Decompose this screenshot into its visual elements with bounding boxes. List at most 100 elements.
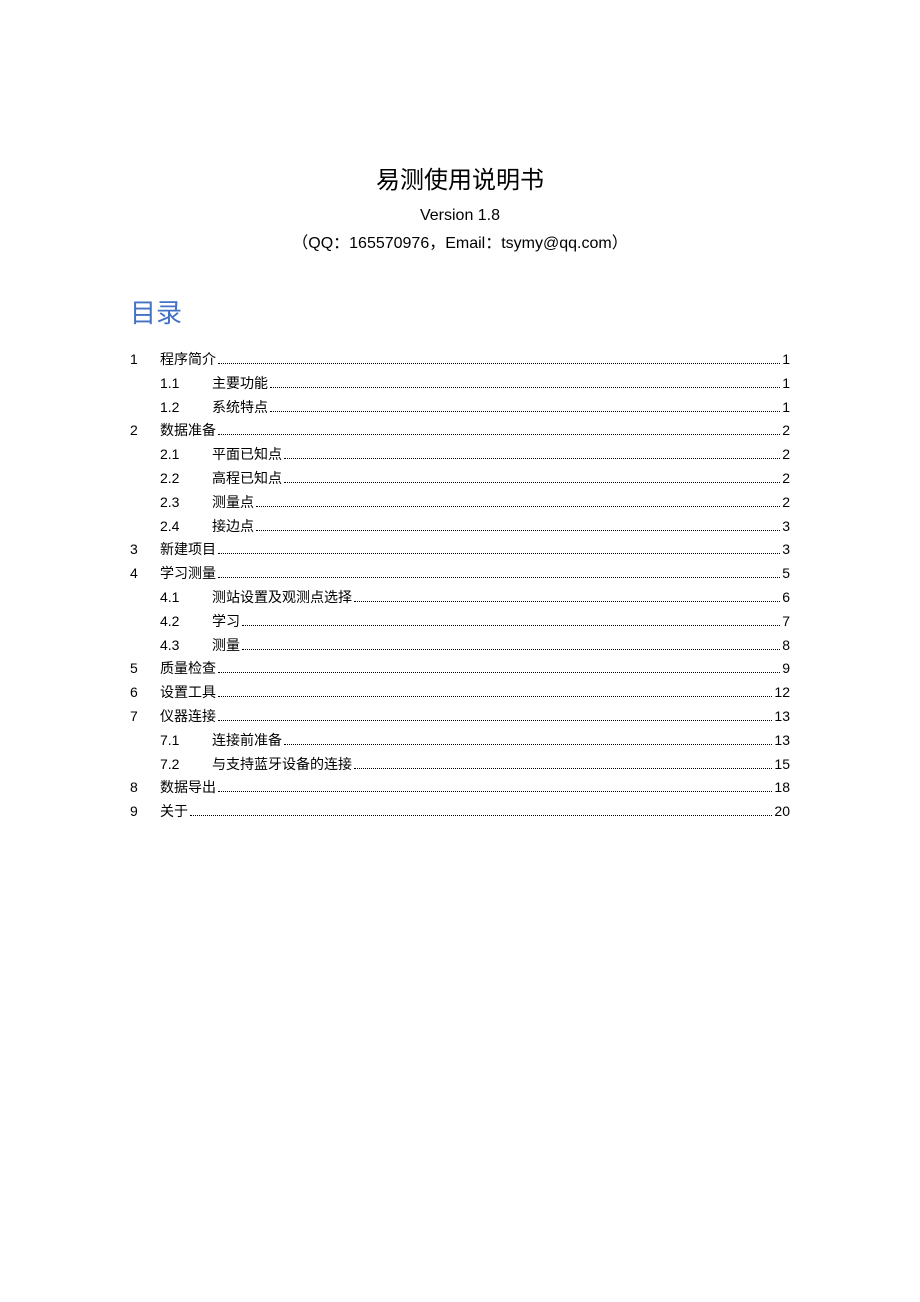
toc-entry-title: 系统特点 xyxy=(212,396,268,420)
toc-section-number: 6 xyxy=(130,681,160,705)
toc-entry[interactable]: 4.2学习 7 xyxy=(130,610,790,634)
toc-section-number: 7 xyxy=(130,705,160,729)
toc-entry[interactable]: 1.1主要功能1 xyxy=(130,372,790,396)
toc-leader-dots xyxy=(242,649,780,650)
toc-entry-title: 与支持蓝牙设备的连接 xyxy=(212,753,352,777)
toc-subsection-number: 4.1 xyxy=(160,586,212,610)
document-title: 易测使用说明书 xyxy=(130,160,790,195)
toc-page-number: 7 xyxy=(782,610,790,634)
toc-leader-dots xyxy=(190,815,772,816)
toc-leader-dots xyxy=(256,530,780,531)
toc-page-number: 3 xyxy=(782,538,790,562)
toc-section-number: 8 xyxy=(130,776,160,800)
toc-leader-dots xyxy=(284,482,780,483)
toc-entry-title: 关于 xyxy=(160,800,188,824)
toc-page-number: 3 xyxy=(782,515,790,539)
toc-entry-title: 连接前准备 xyxy=(212,729,282,753)
toc-entry[interactable]: 2.2高程已知点 2 xyxy=(130,467,790,491)
toc-subsection-number: 7.1 xyxy=(160,729,212,753)
document-contact: （QQ：165570976，Email：tsymy@qq.com） xyxy=(130,229,790,253)
toc-entry-title: 质量检查 xyxy=(160,657,216,681)
toc-entry[interactable]: 7.2与支持蓝牙设备的连接 15 xyxy=(130,753,790,777)
toc-entry[interactable]: 2.1平面已知点2 xyxy=(130,443,790,467)
toc-leader-dots xyxy=(270,387,780,388)
toc-entry[interactable]: 9关于 20 xyxy=(130,800,790,824)
toc-entry[interactable]: 3新建项目3 xyxy=(130,538,790,562)
toc-entry-title: 高程已知点 xyxy=(212,467,282,491)
toc-entry-title: 新建项目 xyxy=(160,538,216,562)
toc-entry-title: 平面已知点 xyxy=(212,443,282,467)
toc-entry[interactable]: 5质量检查 9 xyxy=(130,657,790,681)
toc-page-number: 18 xyxy=(774,776,790,800)
toc-leader-dots xyxy=(218,672,780,673)
toc-entry[interactable]: 2数据准备2 xyxy=(130,419,790,443)
document-version: Version 1.8 xyxy=(130,207,790,225)
toc-subsection-number: 4.3 xyxy=(160,634,212,658)
toc-leader-dots xyxy=(354,768,772,769)
toc-section-number: 1 xyxy=(130,348,160,372)
toc-entry-title: 设置工具 xyxy=(160,681,216,705)
toc-leader-dots xyxy=(218,577,780,578)
toc-leader-dots xyxy=(218,720,772,721)
toc-leader-dots xyxy=(218,363,780,364)
toc-page-number: 2 xyxy=(782,491,790,515)
toc-page-number: 9 xyxy=(782,657,790,681)
toc-subsection-number: 2.1 xyxy=(160,443,212,467)
toc-section-number: 5 xyxy=(130,657,160,681)
toc-entry[interactable]: 1程序简介1 xyxy=(130,348,790,372)
toc-entry-title: 学习测量 xyxy=(160,562,216,586)
toc-entry-title: 测量 xyxy=(212,634,240,658)
toc-container: 1程序简介11.1主要功能11.2系统特点12数据准备22.1平面已知点22.2… xyxy=(130,348,790,824)
toc-leader-dots xyxy=(218,696,772,697)
toc-subsection-number: 1.2 xyxy=(160,396,212,420)
toc-entry-title: 仪器连接 xyxy=(160,705,216,729)
toc-page-number: 1 xyxy=(782,396,790,420)
toc-entry-title: 测站设置及观测点选择 xyxy=(212,586,352,610)
toc-leader-dots xyxy=(218,791,772,792)
toc-subsection-number: 4.2 xyxy=(160,610,212,634)
toc-entry[interactable]: 7.1连接前准备 13 xyxy=(130,729,790,753)
toc-leader-dots xyxy=(242,625,780,626)
toc-page-number: 8 xyxy=(782,634,790,658)
toc-leader-dots xyxy=(284,458,780,459)
toc-page-number: 2 xyxy=(782,419,790,443)
toc-subsection-number: 2.2 xyxy=(160,467,212,491)
toc-section-number: 3 xyxy=(130,538,160,562)
toc-entry[interactable]: 8数据导出 18 xyxy=(130,776,790,800)
toc-leader-dots xyxy=(218,553,780,554)
toc-page-number: 1 xyxy=(782,348,790,372)
toc-entry[interactable]: 4学习测量 5 xyxy=(130,562,790,586)
toc-entry-title: 学习 xyxy=(212,610,240,634)
toc-leader-dots xyxy=(218,434,780,435)
toc-entry[interactable]: 6设置工具12 xyxy=(130,681,790,705)
toc-entry-title: 测量点 xyxy=(212,491,254,515)
toc-entry[interactable]: 1.2系统特点 1 xyxy=(130,396,790,420)
toc-subsection-number: 2.4 xyxy=(160,515,212,539)
toc-entry-title: 主要功能 xyxy=(212,372,268,396)
toc-entry-title: 数据导出 xyxy=(160,776,216,800)
toc-section-number: 4 xyxy=(130,562,160,586)
toc-entry[interactable]: 4.1测站设置及观测点选择 6 xyxy=(130,586,790,610)
toc-entry-title: 数据准备 xyxy=(160,419,216,443)
toc-page-number: 13 xyxy=(774,729,790,753)
toc-page-number: 1 xyxy=(782,372,790,396)
toc-page-number: 13 xyxy=(774,705,790,729)
toc-leader-dots xyxy=(284,744,772,745)
toc-entry[interactable]: 2.4接边点 3 xyxy=(130,515,790,539)
toc-subsection-number: 2.3 xyxy=(160,491,212,515)
toc-page-number: 2 xyxy=(782,467,790,491)
toc-page-number: 6 xyxy=(782,586,790,610)
toc-entry[interactable]: 4.3测量 8 xyxy=(130,634,790,658)
toc-page-number: 20 xyxy=(774,800,790,824)
toc-section-number: 9 xyxy=(130,800,160,824)
toc-entry[interactable]: 2.3测量点 2 xyxy=(130,491,790,515)
document-page: 易测使用说明书 Version 1.8 （QQ：165570976，Email：… xyxy=(0,0,920,824)
toc-heading: 目录 xyxy=(130,293,790,330)
toc-entry-title: 接边点 xyxy=(212,515,254,539)
toc-page-number: 15 xyxy=(774,753,790,777)
toc-entry-title: 程序简介 xyxy=(160,348,216,372)
toc-section-number: 2 xyxy=(130,419,160,443)
toc-entry[interactable]: 7仪器连接 13 xyxy=(130,705,790,729)
toc-subsection-number: 7.2 xyxy=(160,753,212,777)
toc-page-number: 5 xyxy=(782,562,790,586)
